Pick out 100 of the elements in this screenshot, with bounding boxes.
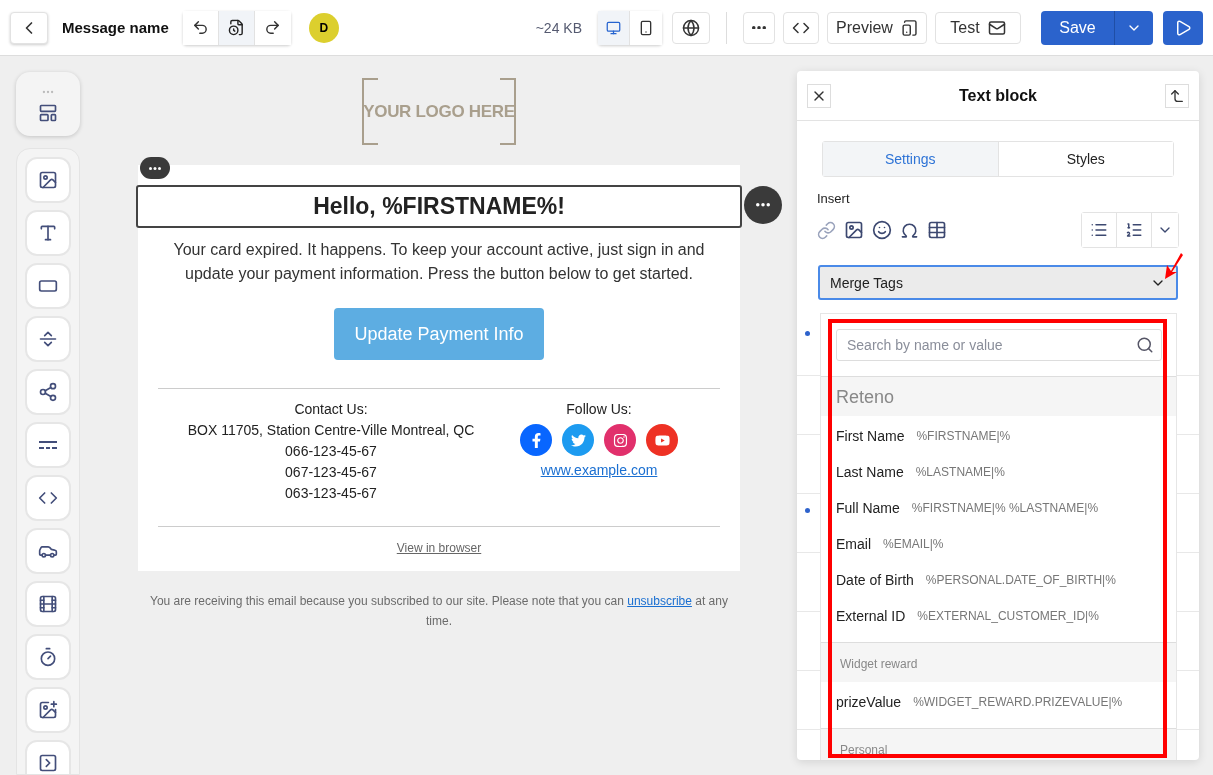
message-name: Message name [62, 19, 169, 36]
contact-title: Contact Us: [294, 400, 368, 419]
panel-tab[interactable]: Styles [997, 142, 1173, 176]
contact-line: 067-123-45-67 [285, 463, 377, 482]
history-button[interactable] [218, 10, 255, 45]
merge-tag-value: %LASTNAME|% [915, 465, 1005, 479]
contact-line: 063-123-45-67 [285, 484, 377, 503]
unsubscribe-link[interactable]: unsubscribe [627, 594, 692, 608]
language-button[interactable] [672, 11, 710, 44]
globe-icon [682, 18, 700, 37]
more-button[interactable] [743, 11, 775, 44]
social-icon[interactable] [562, 424, 594, 456]
save-button[interactable]: Save [1041, 10, 1115, 45]
test-button[interactable]: Test [935, 11, 1021, 44]
dots-icon [149, 166, 161, 170]
merge-tags-select[interactable]: Merge Tags [818, 265, 1178, 300]
merge-tag-name[interactable]: External ID [836, 608, 906, 624]
preview-button[interactable]: Preview [827, 11, 927, 44]
block-tool[interactable] [25, 157, 71, 203]
contact-line: 066-123-45-67 [285, 442, 377, 461]
block-tool[interactable] [25, 263, 71, 309]
footer-note: You are receiving this email because you subscribed to our site. Please note that you can unsubscribe at any time. [149, 593, 729, 630]
merge-tag-value: %PERSONAL.DATE_OF_BIRTH|% [925, 573, 1116, 587]
merge-tag-value: %FIRSTNAME|% [916, 429, 1011, 443]
drag-handle[interactable] [140, 157, 170, 179]
block-menu-button[interactable] [744, 186, 782, 224]
play-icon [1174, 18, 1192, 37]
block-tool[interactable] [25, 475, 71, 521]
bullet-dot [805, 508, 810, 513]
device-toggle[interactable] [630, 10, 662, 45]
panel-tab[interactable]: Settings [823, 142, 998, 176]
redo-icon [264, 19, 282, 36]
dashes-icon [38, 441, 58, 449]
image-icon [38, 700, 58, 720]
block-tool[interactable] [25, 369, 71, 415]
block-tool[interactable] [25, 740, 71, 774]
collapse-button[interactable] [1165, 83, 1189, 108]
block-tool[interactable] [25, 687, 71, 733]
phone-icon [638, 19, 654, 36]
group-header: Widget reward [821, 642, 1176, 682]
monitor-icon [606, 19, 621, 36]
merge-tag-name[interactable]: Date of Birth [836, 572, 914, 588]
save-options-button[interactable] [1115, 10, 1153, 45]
terminal-icon [38, 753, 58, 773]
merge-tag-value: %WIDGET_REWARD.PRIZEVALUE|% [913, 695, 1123, 709]
view-in-browser-link[interactable]: View in browser [396, 541, 482, 555]
panel-title: Text block [959, 86, 1037, 105]
block-tool[interactable] [25, 316, 71, 362]
devices-icon [900, 18, 918, 37]
social-icon[interactable] [520, 424, 552, 456]
undo-icon [191, 19, 209, 36]
layout-tool[interactable] [16, 72, 80, 136]
emoji-icon[interactable] [872, 220, 892, 240]
block-tool[interactable] [25, 581, 71, 627]
search-icon [1136, 336, 1154, 354]
dots-icon [756, 203, 770, 207]
merge-tag-name[interactable]: First Name [836, 428, 905, 444]
email-heading: Hello, %FIRSTNAME%! [136, 185, 742, 228]
spacer-icon [38, 329, 58, 349]
merge-tag-value: %EXTERNAL_CUSTOMER_ID|% [917, 609, 1099, 623]
email-body: Your card expired. It happens. To keep your account active, just sign in and update your payment information. Press the button below to get started. [172, 240, 706, 284]
search-field[interactable]: Search by name or value [836, 329, 1162, 361]
merge-tag-value: %FIRSTNAME|% %LASTNAME|% [911, 501, 1099, 515]
block-tool[interactable] [25, 634, 71, 680]
group-header: Reteno [821, 376, 1176, 416]
image-icon[interactable] [844, 220, 864, 240]
insert-label: Insert [817, 191, 851, 206]
undo-button[interactable] [182, 10, 219, 45]
bullet-list-icon [1090, 221, 1108, 239]
message-size: ~24 KB [535, 19, 582, 36]
file-history-icon [227, 19, 245, 36]
merge-tag-name[interactable]: Last Name [836, 464, 904, 480]
device-toggle[interactable] [598, 10, 630, 45]
block-tool[interactable] [25, 422, 71, 468]
text-icon [38, 223, 58, 243]
redo-button[interactable] [254, 10, 291, 45]
block-tool[interactable] [25, 210, 71, 256]
merge-tag-name[interactable]: Full Name [836, 500, 900, 516]
close-button[interactable] [807, 83, 831, 108]
logo-text: YOUR LOGO HERE [363, 101, 515, 122]
run-button[interactable] [1163, 10, 1203, 45]
omega-icon[interactable] [900, 220, 919, 240]
bullet-list-button[interactable] [1082, 213, 1117, 247]
merge-tag-name[interactable]: prizeValue [836, 694, 902, 710]
table-icon[interactable] [927, 220, 947, 240]
social-icon[interactable] [604, 424, 636, 456]
merge-tag-name[interactable]: Email [836, 536, 871, 552]
contact-line: BOX 11705, Station Centre-Ville Montreal, QC [187, 421, 475, 440]
website-link[interactable]: www.example.com [540, 462, 658, 478]
user-avatar: D [308, 12, 339, 43]
mail-icon [987, 18, 1006, 37]
code-button[interactable] [783, 11, 819, 44]
film-icon [38, 594, 58, 614]
timer-icon [38, 647, 58, 667]
bullet-dot [805, 331, 810, 336]
corner-arrow-icon [1169, 87, 1185, 104]
block-tool[interactable] [25, 528, 71, 574]
image-icon [38, 170, 58, 190]
social-icon[interactable] [646, 424, 678, 456]
annotation-arrow [1163, 251, 1185, 281]
